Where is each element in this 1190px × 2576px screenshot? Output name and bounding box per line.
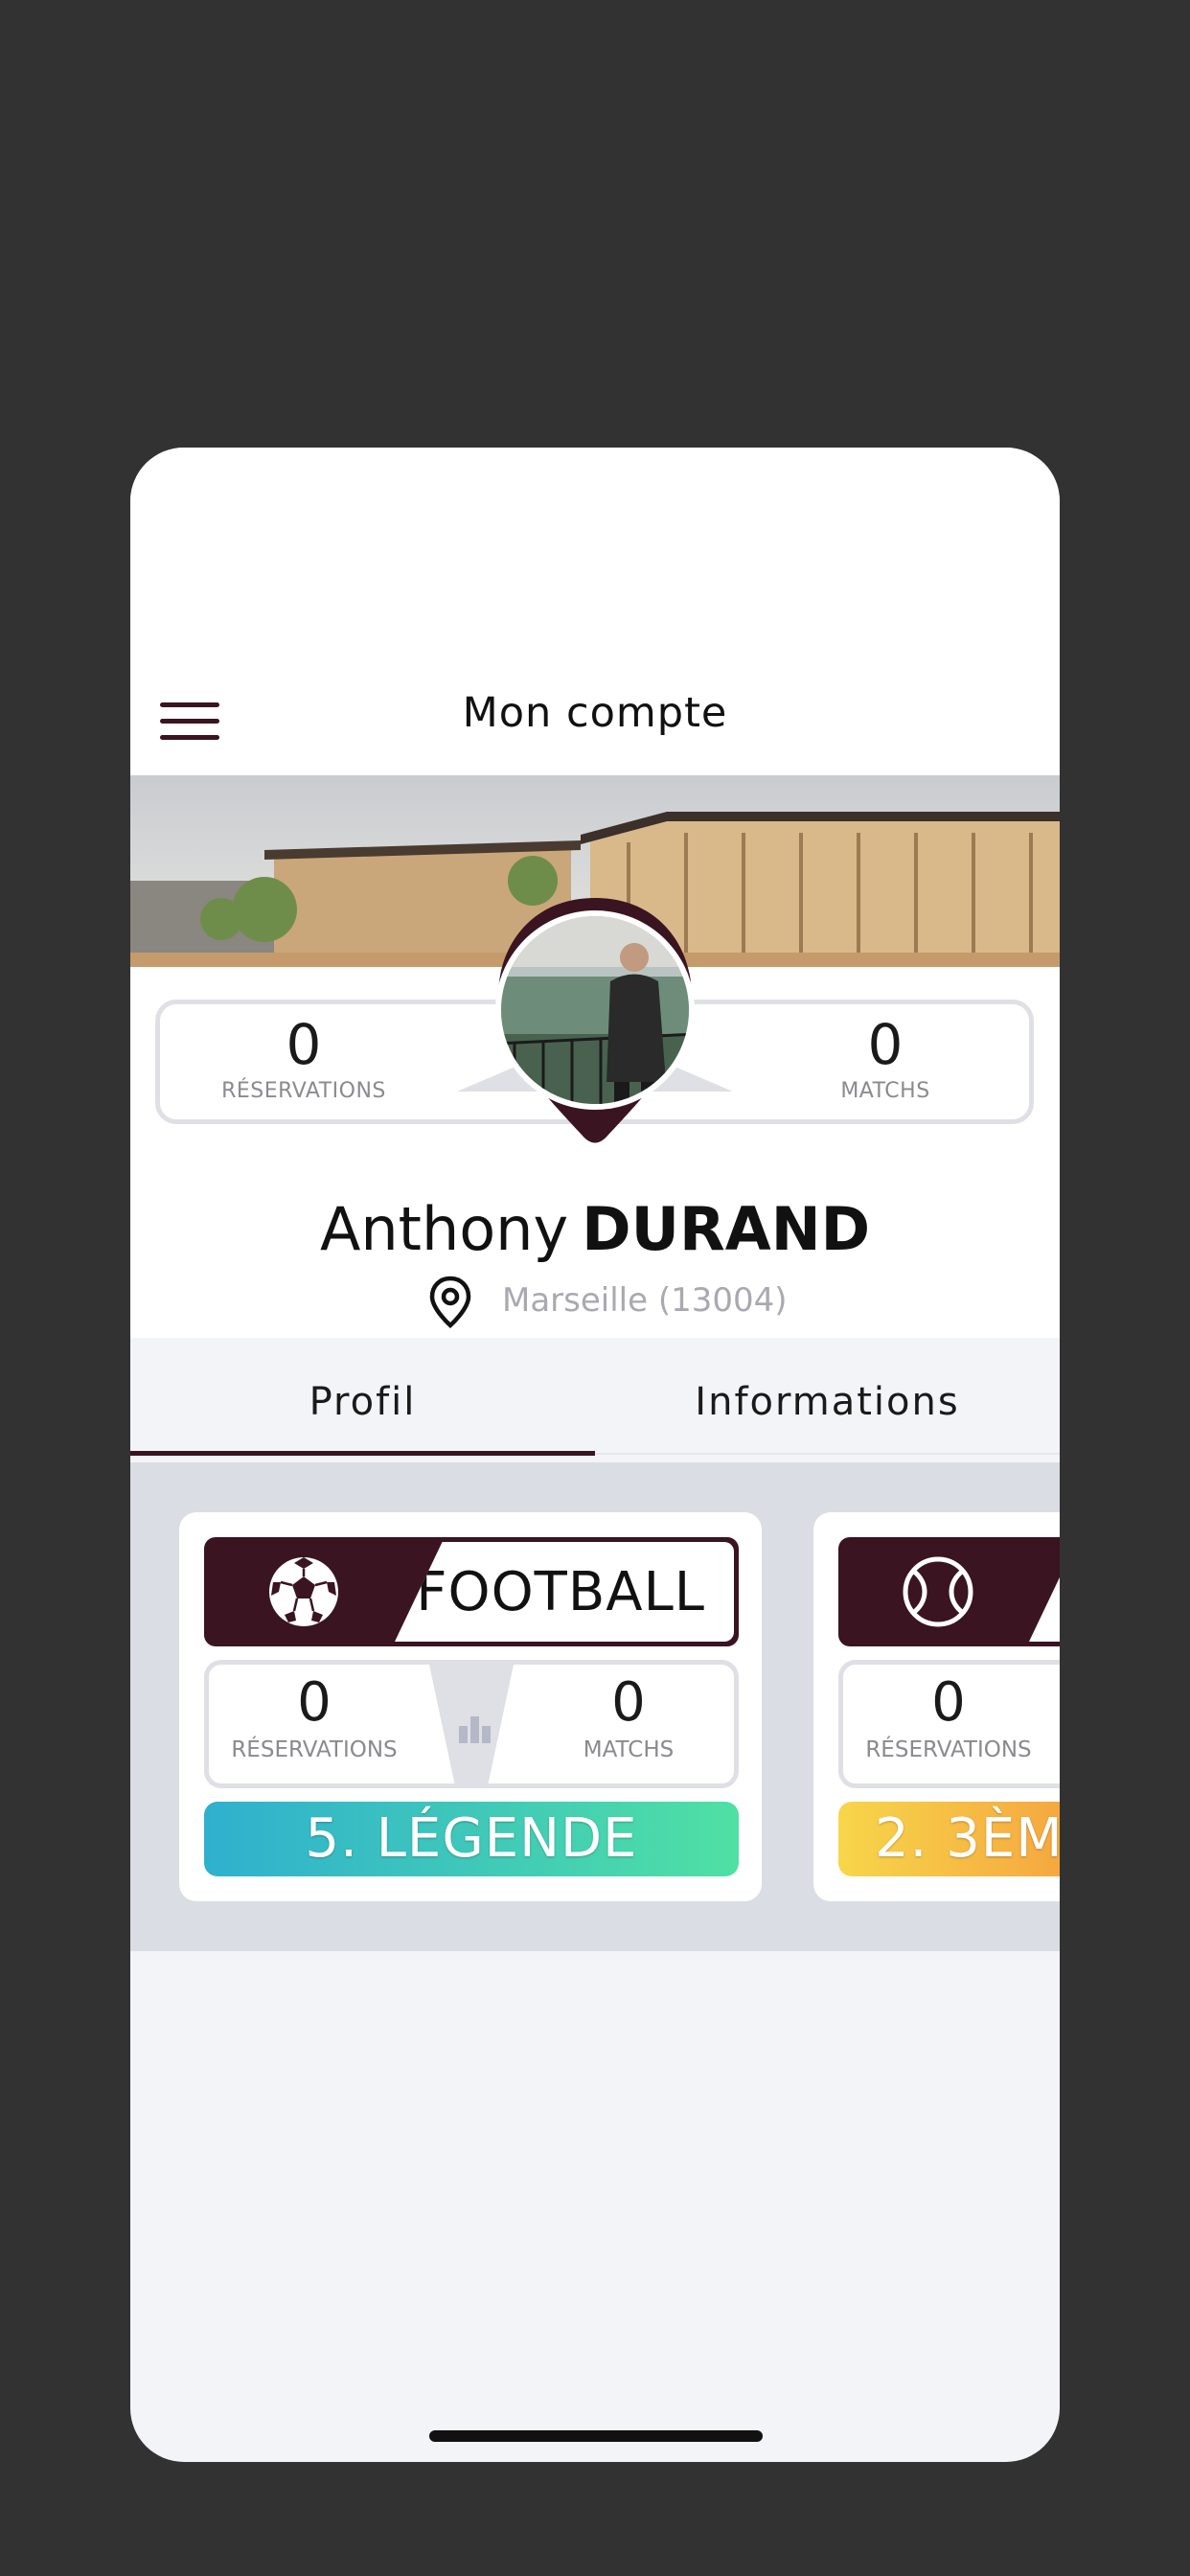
sport-card-header: FOOTBALL (204, 1537, 739, 1646)
matchs-stat: 0 MATCHS (742, 1014, 1029, 1103)
sport-name-box (1029, 1542, 1060, 1642)
sport-reservations-count: 0 (297, 1671, 332, 1734)
matchs-count: 0 (867, 1012, 904, 1077)
user-location: Marseille (13004) (130, 1274, 1060, 1331)
sport-card-header (838, 1537, 1060, 1646)
tab-informations[interactable]: Informations (595, 1380, 1060, 1424)
stats-bars-icon (459, 1716, 491, 1743)
matchs-label: MATCHS (840, 1079, 930, 1103)
tab-divider (595, 1453, 1060, 1455)
tab-bar: Profil Informations (130, 1338, 1060, 1457)
sport-reservations-label: RÉSERVATIONS (231, 1737, 398, 1762)
avatar[interactable] (457, 890, 733, 1168)
page-title: Mon compte (462, 689, 728, 737)
sport-reservations-label: RÉSERVATIONS (865, 1737, 1032, 1762)
sport-matchs-count: 0 (611, 1671, 646, 1734)
location-pin-icon (429, 1276, 471, 1329)
app-screen: Mon compte 0 RÉSERVATIONS 0 MATCHS Antho… (130, 448, 1060, 2462)
sport-card-tennis[interactable]: 0 RÉSERVATIONS 2. 3ÈME (813, 1512, 1060, 1901)
sport-name-box: FOOTBALL (395, 1542, 734, 1642)
sport-stats-box: 0 RÉSERVATIONS 0 MATCHS (204, 1660, 739, 1788)
sports-carousel[interactable]: FOOTBALL 0 RÉSERVATIONS 0 MATCHS 5. LÉGE… (130, 1462, 1060, 1951)
user-first-name: Anthony (319, 1194, 569, 1264)
sport-name: FOOTBALL (416, 1561, 705, 1623)
reservations-count: 0 (286, 1012, 322, 1077)
tennis-ball-icon (903, 1556, 973, 1627)
reservations-label: RÉSERVATIONS (221, 1079, 386, 1103)
reservations-stat: 0 RÉSERVATIONS (160, 1014, 447, 1103)
user-full-name: Anthony DURAND (130, 1194, 1060, 1264)
user-last-name: DURAND (582, 1194, 871, 1264)
user-city: Marseille (13004) (502, 1281, 788, 1320)
sport-reservations-stat: 0 RÉSERVATIONS (209, 1671, 420, 1763)
soccer-ball-icon (269, 1557, 338, 1626)
sport-matchs-label: MATCHS (583, 1737, 675, 1762)
tab-profil[interactable]: Profil (130, 1380, 595, 1424)
sport-reservations-count: 0 (931, 1671, 966, 1734)
profile-summary: 0 RÉSERVATIONS 0 MATCHS Anthony DURAND M… (130, 898, 1060, 1338)
home-indicator[interactable] (429, 2430, 763, 2442)
sport-level-badge: 5. LÉGENDE (204, 1802, 739, 1876)
sport-reservations-stat: 0 RÉSERVATIONS (843, 1671, 1054, 1763)
sport-matchs-stat: 0 MATCHS (523, 1671, 734, 1763)
sport-card-football[interactable]: FOOTBALL 0 RÉSERVATIONS 0 MATCHS 5. LÉGE… (179, 1512, 762, 1901)
active-tab-indicator (130, 1451, 595, 1456)
app-header: Mon compte (130, 448, 1060, 775)
sport-stats-box: 0 RÉSERVATIONS (838, 1660, 1060, 1788)
sport-level-badge: 2. 3ÈME (838, 1802, 1060, 1876)
